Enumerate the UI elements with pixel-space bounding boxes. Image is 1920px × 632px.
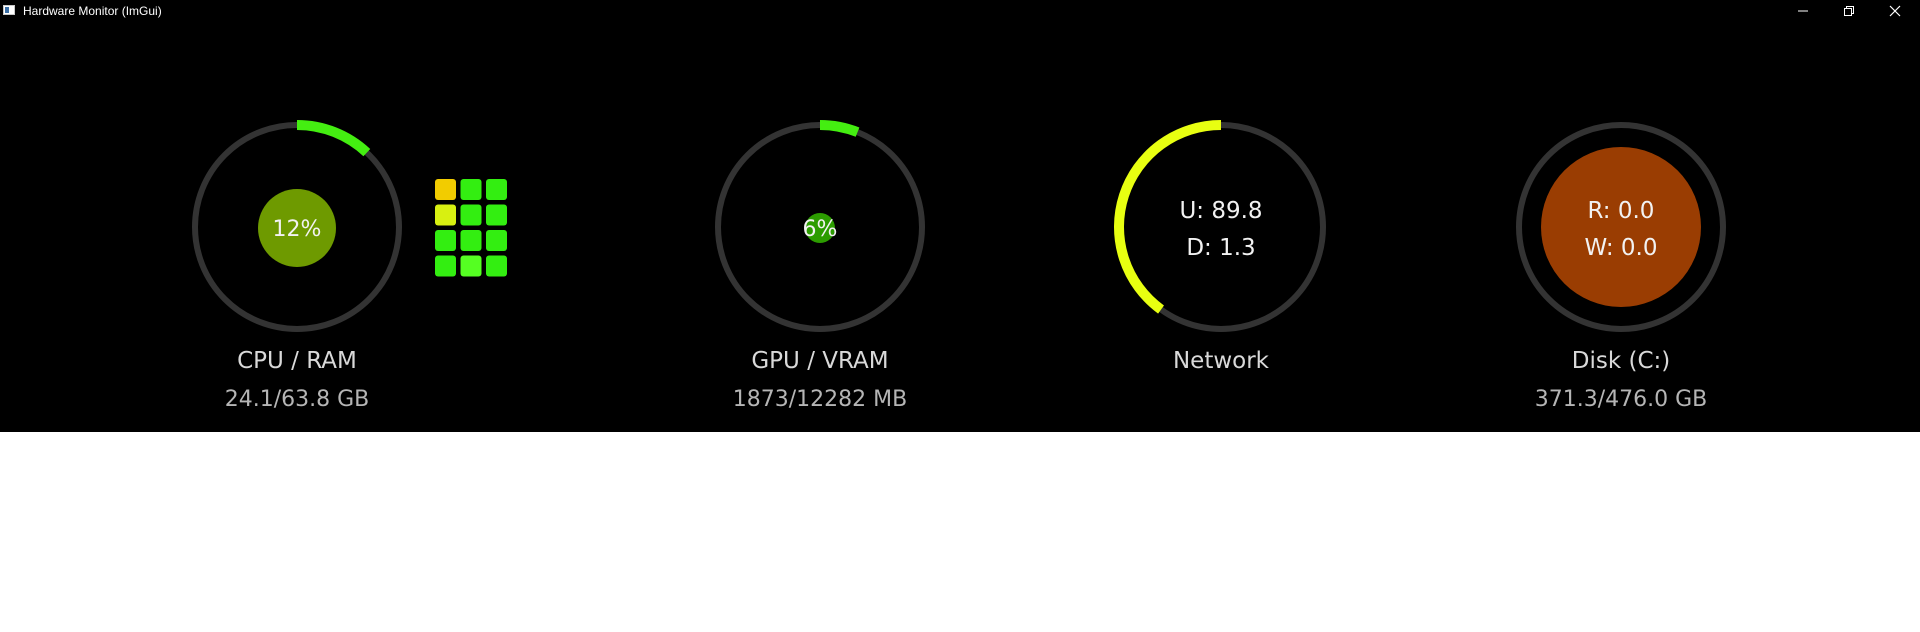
cpu-core-cell (435, 179, 456, 200)
gpu-gauge: 6% GPU / VRAM 1873/12282 MB (715, 120, 925, 412)
disk-read: R: 0.0 (1588, 198, 1655, 224)
cpu-usage-arc (296, 120, 371, 157)
disk-write: W: 0.0 (1584, 235, 1657, 261)
cpu-core-cell (486, 204, 507, 226)
cpu-core-cell (460, 230, 482, 251)
gpu-percent: 6% (803, 217, 838, 242)
cpu-core-cell (486, 179, 507, 200)
network-download: D: 1.3 (1186, 235, 1255, 261)
cpu-label: CPU / RAM (237, 348, 357, 374)
cpu-core-cell (486, 230, 507, 251)
cpu-core-cell (460, 255, 482, 277)
disk-gauge: R: 0.0 W: 0.0 Disk (C:) 371.3/476.0 GB (1516, 122, 1726, 412)
cpu-core-cell (435, 230, 456, 251)
network-gauge: U: 89.8 D: 1.3 Network (1114, 120, 1326, 374)
gpu-usage-arc (819, 120, 860, 137)
monitor-canvas: 12% CPU / RAM 24.1/63.8 GB 6% GPU / VRAM… (192, 120, 1726, 412)
ram-usage-value: 24.1/63.8 GB (225, 387, 370, 412)
gpu-label: GPU / VRAM (751, 348, 888, 374)
cpu-core-cell (435, 204, 456, 226)
disk-usage-value: 371.3/476.0 GB (1535, 387, 1708, 412)
app-window: Hardware Monitor (ImGui) 12% CPU / RAM 2… (0, 0, 1920, 432)
disk-label: Disk (C:) (1572, 348, 1670, 374)
vram-usage-value: 1873/12282 MB (733, 387, 907, 412)
cpu-gauge: 12% CPU / RAM 24.1/63.8 GB (192, 120, 402, 412)
cpu-core-cell (435, 255, 456, 277)
network-upload: U: 89.8 (1179, 198, 1262, 224)
cpu-core-grid (435, 179, 507, 277)
network-label: Network (1173, 348, 1270, 374)
cpu-percent: 12% (273, 217, 322, 242)
disk-center-disc (1541, 147, 1701, 307)
cpu-core-cell (486, 255, 507, 277)
cpu-core-cell (460, 204, 482, 226)
cpu-core-cell (460, 179, 482, 200)
